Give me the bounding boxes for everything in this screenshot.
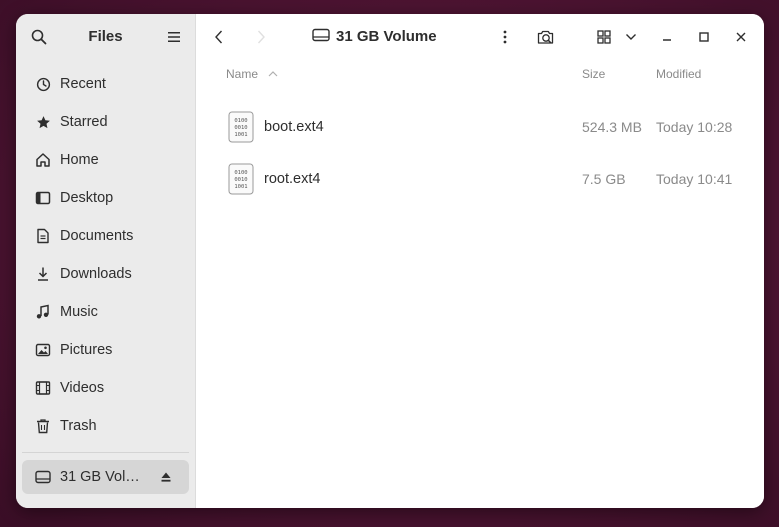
sidebar-item-documents[interactable]: Documents — [16, 217, 195, 255]
sidebar-item-label: Home — [60, 152, 99, 168]
desktop-icon — [35, 190, 51, 206]
sort-ascending-icon — [267, 68, 279, 80]
file-size: 7.5 GB — [582, 171, 626, 187]
more-options-icon[interactable] — [496, 27, 514, 47]
sidebar-places: Recent Starred Home Desktop Documents Do… — [16, 65, 195, 445]
sidebar-item-downloads[interactable]: Downloads — [16, 255, 195, 293]
close-button[interactable] — [731, 27, 751, 47]
search-files-icon[interactable] — [536, 27, 556, 47]
column-modified-header[interactable]: Modified — [656, 67, 701, 81]
sidebar: Files Recent Starred Home Desktop Docume… — [16, 14, 196, 508]
clock-icon — [35, 76, 51, 92]
sidebar-item-label: Downloads — [60, 266, 132, 282]
column-name-header[interactable]: Name — [226, 67, 258, 81]
binary-file-icon: 0100 0010 1001 — [228, 163, 254, 195]
sidebar-header: Files — [16, 14, 195, 60]
sidebar-item-recent[interactable]: Recent — [16, 65, 195, 103]
maximize-button[interactable] — [694, 27, 714, 47]
sidebar-item-label: Trash — [60, 418, 97, 434]
trash-icon — [35, 418, 51, 434]
svg-text:0010: 0010 — [234, 177, 247, 183]
svg-text:0100: 0100 — [234, 170, 247, 176]
file-modified: Today 10:28 — [656, 119, 733, 135]
svg-text:0100: 0100 — [234, 118, 247, 124]
sidebar-item-videos[interactable]: Videos — [16, 369, 195, 407]
sidebar-item-music[interactable]: Music — [16, 293, 195, 331]
svg-text:0010: 0010 — [234, 125, 247, 131]
back-button[interactable] — [210, 27, 228, 47]
column-size-header[interactable]: Size — [582, 67, 605, 81]
eject-icon[interactable] — [159, 470, 173, 484]
star-icon — [35, 114, 51, 130]
sidebar-item-volume[interactable]: 31 GB Volume — [22, 460, 189, 494]
file-name: root.ext4 — [264, 171, 321, 187]
drive-icon — [312, 27, 330, 45]
file-name: boot.ext4 — [264, 119, 324, 135]
headerbar: 31 GB Volume — [196, 14, 764, 60]
main-view: 31 GB Volume Name Size Modified 0100 001… — [196, 14, 764, 508]
location-bar[interactable]: 31 GB Volume — [312, 27, 437, 45]
picture-icon — [35, 342, 51, 358]
document-icon — [35, 228, 51, 244]
sidebar-item-label: Documents — [60, 228, 134, 244]
sidebar-item-desktop[interactable]: Desktop — [16, 179, 195, 217]
sidebar-item-pictures[interactable]: Pictures — [16, 331, 195, 369]
file-row[interactable]: 0100 0010 1001 root.ext4 7.5 GB Today 10:4… — [216, 155, 752, 203]
file-modified: Today 10:41 — [656, 171, 733, 187]
grid-view-icon[interactable] — [595, 27, 613, 47]
forward-button[interactable] — [252, 27, 270, 47]
sidebar-item-label: 31 GB Volume — [60, 469, 146, 485]
minimize-button[interactable] — [657, 27, 677, 47]
svg-text:1001: 1001 — [234, 184, 247, 190]
sidebar-divider — [22, 452, 189, 453]
sidebar-item-starred[interactable]: Starred — [16, 103, 195, 141]
download-icon — [35, 266, 51, 282]
drive-icon — [35, 469, 51, 485]
sidebar-item-label: Videos — [60, 380, 105, 396]
svg-text:1001: 1001 — [234, 132, 247, 138]
home-icon — [35, 152, 51, 168]
video-icon — [35, 380, 51, 396]
sidebar-item-label: Music — [60, 304, 98, 320]
music-icon — [35, 304, 51, 320]
files-window: Files Recent Starred Home Desktop Docume… — [16, 14, 764, 508]
sidebar-item-label: Pictures — [60, 342, 113, 358]
sidebar-item-label: Desktop — [60, 190, 114, 206]
sidebar-item-label: Starred — [60, 114, 108, 130]
column-headers: Name Size Modified — [196, 67, 764, 85]
sidebar-item-trash[interactable]: Trash — [16, 407, 195, 445]
sidebar-item-home[interactable]: Home — [16, 141, 195, 179]
hamburger-menu-icon[interactable] — [165, 28, 183, 46]
binary-file-icon: 0100 0010 1001 — [228, 111, 254, 143]
chevron-down-icon[interactable] — [623, 27, 639, 47]
location-title: 31 GB Volume — [336, 27, 437, 45]
sidebar-item-label: Recent — [60, 76, 106, 92]
file-row[interactable]: 0100 0010 1001 boot.ext4 524.3 MB Today 10… — [216, 103, 752, 151]
file-size: 524.3 MB — [582, 119, 642, 135]
